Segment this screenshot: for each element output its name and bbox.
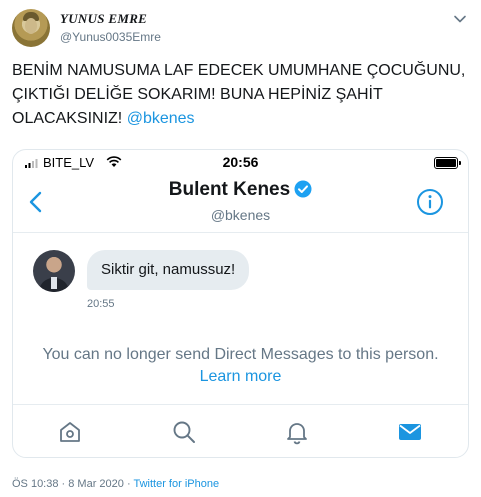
status-time: 20:56 <box>222 154 259 170</box>
tweet-source[interactable]: Twitter for iPhone <box>133 478 219 490</box>
header-divider <box>13 232 468 233</box>
author-handle[interactable]: @Yunus0035Emre <box>60 30 161 44</box>
author-name[interactable]: YUNUS EMRE <box>60 11 147 27</box>
tweet-timestamp[interactable]: ÖS 10:38 · 8 Mar 2020 <box>12 478 124 490</box>
tweet-footer: ÖS 10:38 · 8 Mar 2020 · Twitter for iPho… <box>12 478 219 490</box>
sender-avatar[interactable] <box>33 250 75 292</box>
tweet-card: YUNUS EMRE @Yunus0035Emre BENİM NAMUSUMA… <box>0 0 481 497</box>
bottom-tab-bar <box>13 404 468 457</box>
chevron-down-icon[interactable] <box>453 12 467 26</box>
tweet-body: BENİM NAMUSUMA LAF EDECEK UMUMHANE ÇOCUĞ… <box>12 62 466 127</box>
attached-screenshot[interactable]: BITE_LV 20:56 Bulent Kenes @bkenes Sikti… <box>12 149 469 458</box>
tweet-text: BENİM NAMUSUMA LAF EDECEK UMUMHANE ÇOCUĞ… <box>12 59 467 131</box>
battery-icon <box>434 157 461 169</box>
avatar-shirt <box>51 277 57 289</box>
message-bubble[interactable]: Siktir git, namussuz! <box>87 250 250 290</box>
notice-text: You can no longer send Direct Messages t… <box>42 346 439 363</box>
avatar-face <box>25 18 37 34</box>
dm-disabled-notice: You can no longer send Direct Messages t… <box>37 344 444 388</box>
conversation-name: Bulent Kenes <box>168 179 291 200</box>
mention-link[interactable]: @bkenes <box>127 110 195 127</box>
message-time: 20:55 <box>87 298 115 310</box>
conversation-title: Bulent Kenes <box>13 179 468 201</box>
messages-envelope-icon[interactable] <box>397 419 423 445</box>
info-icon[interactable] <box>416 188 444 216</box>
author-avatar[interactable] <box>12 9 50 47</box>
notifications-bell-icon[interactable] <box>284 419 310 445</box>
verified-badge-icon <box>294 180 312 198</box>
home-icon[interactable] <box>57 419 83 445</box>
status-bar: BITE_LV 20:56 <box>13 150 468 176</box>
search-icon[interactable] <box>171 419 197 445</box>
learn-more-link[interactable]: Learn more <box>200 368 282 385</box>
conversation-handle: @bkenes <box>210 207 271 223</box>
